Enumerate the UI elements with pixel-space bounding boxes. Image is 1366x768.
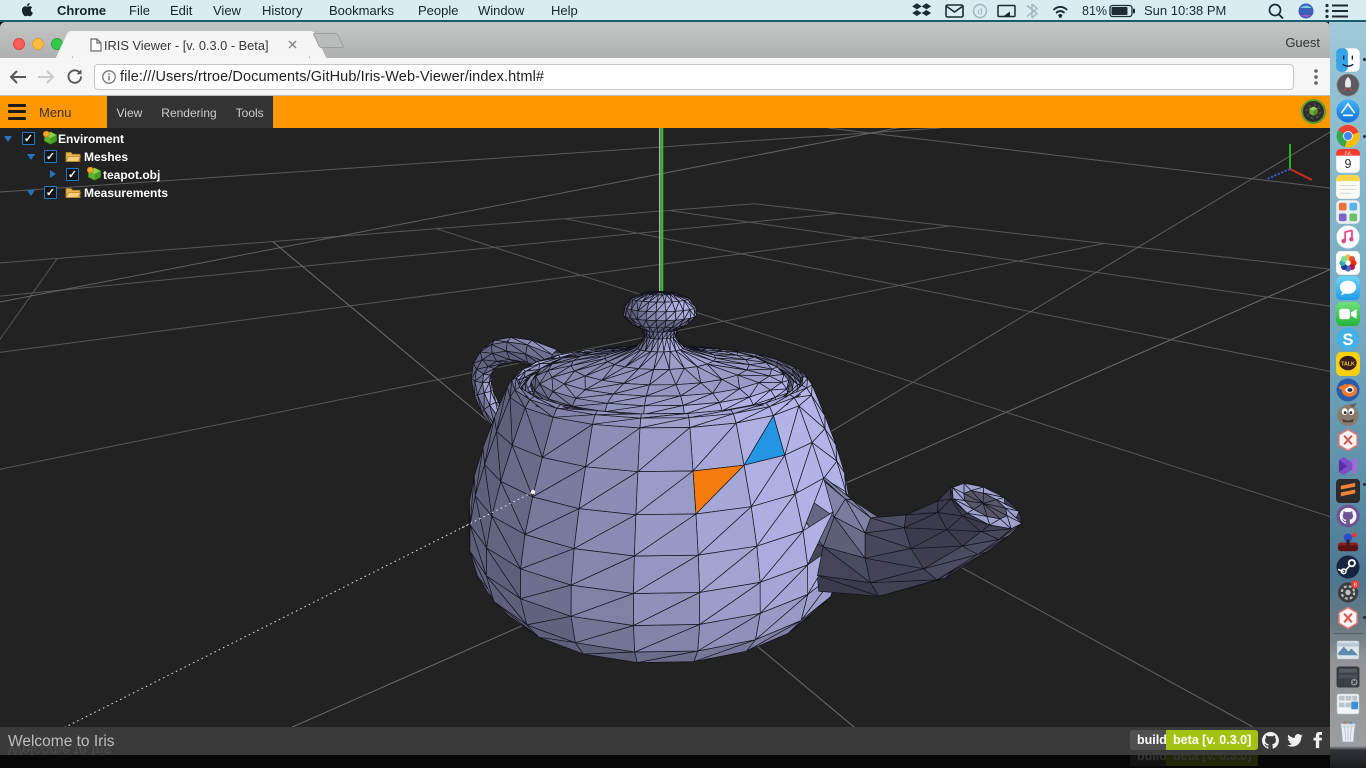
svg-text:S: S bbox=[1343, 331, 1354, 349]
svg-text:81%: 81% bbox=[1082, 4, 1107, 18]
svg-text:d: d bbox=[977, 7, 982, 17]
svg-text:JUL: JUL bbox=[1344, 150, 1352, 155]
svg-text:9: 9 bbox=[1345, 157, 1352, 171]
svg-text:Sun 10:38 PM: Sun 10:38 PM bbox=[1144, 3, 1226, 18]
svg-text:8: 8 bbox=[1354, 582, 1357, 588]
svg-text:TALK: TALK bbox=[1341, 361, 1355, 367]
